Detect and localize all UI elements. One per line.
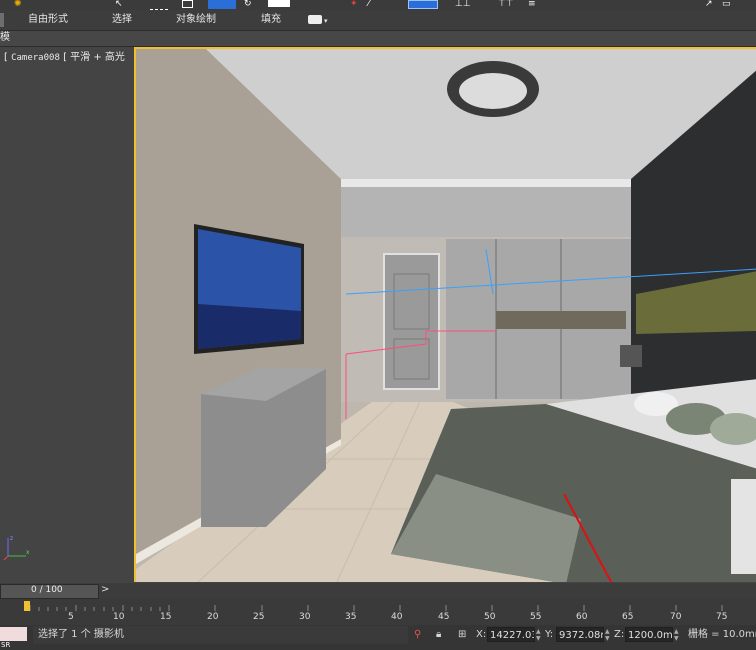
time-slider-row: 0 / 100 > [0, 583, 756, 599]
chevron-down-icon[interactable]: ▾ [324, 14, 328, 28]
tick-label: 55 [530, 612, 542, 622]
absolute-mode-icon[interactable]: ⊞ [458, 625, 466, 645]
soffit-box [341, 187, 631, 237]
ceiling-lamp-crystals [459, 73, 527, 109]
left-panel: z x [0, 47, 135, 582]
ribbon-panel-label: 模 [0, 32, 10, 43]
grid-size: 栅格 = 10.0mm [688, 629, 756, 640]
lock-icon[interactable]: 🔒︎ [436, 625, 441, 645]
viewport-label-bracket: [ [4, 52, 8, 63]
tick-label: 70 [670, 612, 682, 622]
viewport-camera-name[interactable]: Camera008 [11, 53, 60, 63]
tick-label: 40 [391, 612, 403, 622]
status-bar: SR 选择了 1 个 摄影机 ⚲ 🔒︎ ⊞ X: 14227.036 ▲▼ Y:… [0, 625, 756, 650]
curve-editor-icon[interactable]: ↗ [705, 0, 713, 9]
z-label: Z: [614, 629, 625, 640]
tick-label: 10 [113, 612, 125, 622]
time-slider[interactable]: 0 / 100 [0, 584, 99, 599]
tick-label: 60 [576, 612, 588, 622]
ceiling-trim [341, 179, 631, 187]
bedside-lamp [620, 345, 642, 367]
ribbon-options-icon[interactable] [308, 15, 322, 24]
tick-label: 75 [716, 612, 728, 622]
ribbon-tab-bar: 自由形式 选择 对象绘制 填充 ▾ [0, 10, 756, 31]
mirror-icon[interactable]: ⊥⊥ [455, 0, 471, 9]
ribbon-collapse-button[interactable] [0, 13, 4, 27]
schematic-icon[interactable]: ▭ [722, 0, 731, 9]
z-coordinate-input[interactable]: 1200.0mm [625, 627, 673, 642]
tick-label: 5 [68, 612, 74, 622]
key-icon[interactable]: ⚲ [414, 625, 421, 645]
tick-label: 15 [160, 612, 172, 622]
tick-label: 65 [622, 612, 634, 622]
window-select-icon[interactable] [182, 0, 193, 8]
rotate-icon[interactable]: ↻ [244, 0, 252, 9]
viewport-label[interactable]: [ Camera008 [ 平滑 + 高光 [4, 48, 125, 63]
tab-object-paint[interactable]: 对象绘制 [176, 13, 216, 27]
tick-label: 20 [207, 612, 219, 622]
axis-tripod-icon: z x [2, 532, 32, 565]
x-coordinate-input[interactable]: 14227.036 [487, 627, 535, 642]
viewport-shading-bracket: [ [63, 52, 67, 63]
tick-label: 30 [299, 612, 311, 622]
tab-selection[interactable]: 选择 [112, 13, 132, 27]
time-slider-label: 0 / 100 [31, 585, 63, 595]
bedroom-render [136, 49, 756, 582]
z-spinner-icon[interactable]: ▲ ▼ [674, 628, 680, 642]
y-coordinate-input[interactable]: 9372.08mr [556, 627, 604, 642]
y-label: Y: [545, 629, 554, 640]
angle-snap-icon[interactable]: ⁄ [368, 0, 370, 9]
tick-label: 35 [345, 612, 357, 622]
toolbar-arrow-icon[interactable]: ↖ [115, 0, 123, 9]
selection-status: 选择了 1 个 摄影机 [38, 629, 124, 640]
percent-snap-icon[interactable] [408, 0, 438, 9]
svg-text:z: z [10, 535, 13, 542]
camera-viewport[interactable] [134, 47, 756, 582]
maxscript-listener[interactable] [0, 627, 27, 641]
tab-populate[interactable]: 填充 [261, 13, 281, 27]
app-logo-icon[interactable]: ✺ [14, 0, 22, 9]
nightstand [731, 479, 756, 574]
x-spinner-icon[interactable]: ▲ ▼ [536, 628, 542, 642]
y-spinner-icon[interactable]: ▲ ▼ [605, 628, 611, 642]
corner-label: SR [1, 641, 11, 649]
svg-text:x: x [26, 549, 30, 556]
wardrobe-stripe [496, 311, 626, 329]
tick-label: 45 [438, 612, 450, 622]
region-select-icon[interactable] [150, 0, 168, 10]
track-ruler [30, 605, 723, 611]
layer-icon[interactable]: ≡ [528, 0, 536, 9]
select-icon[interactable] [208, 0, 236, 9]
main-toolbar: ✺ ↖ ↻ ✦ ⁄ ⊥⊥ ⊤⊤ ≡ ↗ ▭ [0, 0, 756, 10]
snap-icon[interactable]: ✦ [350, 0, 358, 9]
next-frame-button[interactable]: > [101, 584, 109, 595]
viewport-shading-mode[interactable]: 平滑 + 高光 [70, 52, 125, 63]
align-icon[interactable]: ⊤⊤ [498, 0, 514, 9]
scale-icon[interactable] [268, 0, 290, 7]
tab-freeform[interactable]: 自由形式 [28, 13, 68, 27]
x-label: X: [476, 629, 487, 640]
tick-label: 25 [253, 612, 265, 622]
ribbon-panel-row: 模 [0, 31, 756, 47]
prompt-line: 选择了 1 个 摄影机 [33, 626, 408, 644]
tick-label: 50 [484, 612, 496, 622]
